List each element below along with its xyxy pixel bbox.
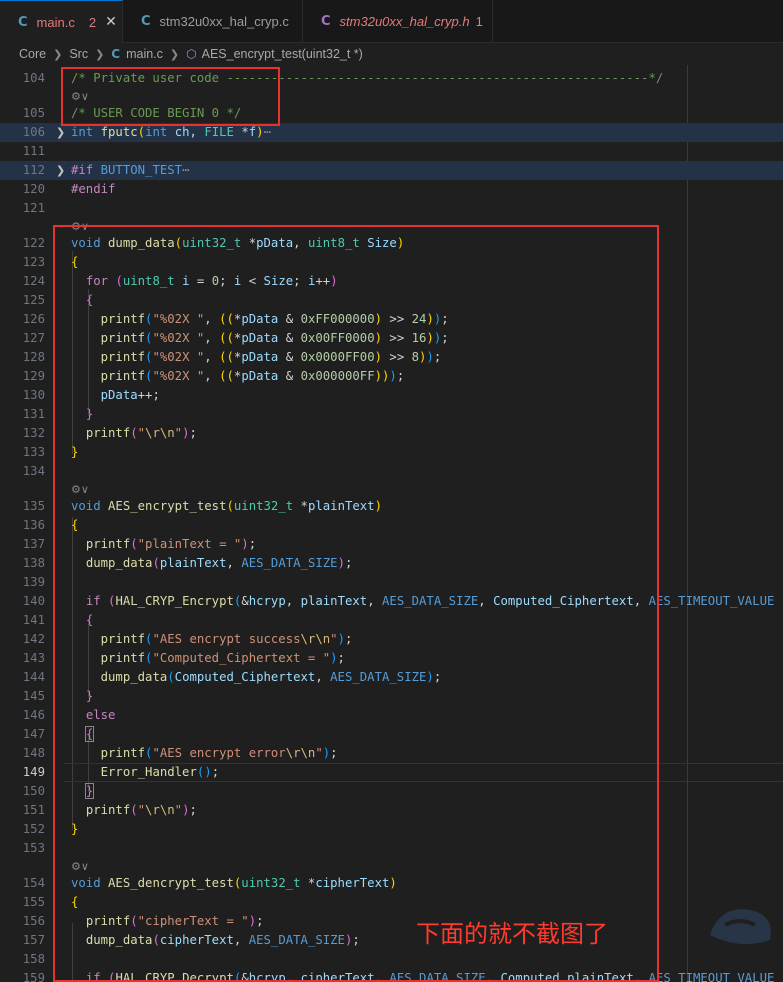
code-line: 104/* Private user code ----------------… [22, 71, 664, 85]
c-file-icon: C [111, 47, 121, 61]
code-line: 122 void dump_data(uint32_t *pData, uint8… [22, 236, 405, 250]
code-line: 143 printf("Computed_Ciphertext = "); [22, 651, 345, 665]
code-line: 126 printf("%02X ", ((*pData & 0xFF00000… [22, 312, 449, 326]
tab-label: stm32u0xx_hal_cryp.c [159, 14, 289, 29]
chevron-right-icon: ❯ [95, 47, 105, 61]
breadcrumb-item[interactable]: Src [69, 47, 88, 61]
function-symbol-icon: ⬡ [186, 47, 197, 61]
breadcrumb-item[interactable]: AES_encrypt_test(uint32_t *) [202, 47, 363, 61]
chevron-right-icon: ❯ [53, 47, 63, 61]
code-editor[interactable]: 104/* Private user code ----------------… [0, 65, 783, 982]
tab-main-c[interactable]: C main.c 2 ✕ [0, 0, 123, 43]
current-line-number: 149 [22, 765, 45, 779]
code-line: 147 { [22, 726, 95, 742]
code-line: 132 printf("\r\n"); [22, 426, 197, 440]
code-line: 120 #endif [22, 182, 116, 196]
code-line: 129 printf("%02X ", ((*pData & 0x000000F… [22, 369, 405, 383]
annotation-note: 下面的就不截图了 [416, 920, 608, 948]
code-line: 106 ❯ int fputc(int ch, FILE *f)⋯ [0, 123, 783, 142]
code-line: 131 } [22, 407, 94, 421]
tab-label: stm32u0xx_hal_cryp.h [339, 14, 470, 29]
chevron-right-icon: ❯ [169, 47, 180, 61]
code-line: 159 if (HAL_CRYP_Decrypt(&hcryp, cipherT… [22, 971, 775, 982]
breadcrumb: Core ❯ Src ❯ C main.c ❯ ⬡ AES_encrypt_te… [0, 43, 783, 65]
c-file-icon: C [141, 14, 151, 29]
code-line: 141 { [22, 613, 94, 627]
code-line: 130 pData++; [22, 388, 160, 402]
h-file-icon: C [321, 14, 331, 29]
code-line: 155{ [22, 895, 79, 909]
problems-badge: 2 [88, 14, 97, 30]
close-icon[interactable]: ✕ [105, 14, 117, 30]
code-line: 133} [22, 445, 79, 459]
code-line: 134 [22, 464, 45, 478]
code-line: 105/* USER CODE BEGIN 0 */ [22, 106, 242, 120]
code-line: 123{ [22, 255, 79, 269]
problems-badge: 1 [475, 14, 483, 29]
code-line: 154 void AES_dencrypt_test(uint32_t *ciph… [22, 876, 397, 890]
breadcrumb-item[interactable]: main.c [126, 47, 163, 61]
code-line: 153 [22, 841, 45, 855]
code-line: 148 printf("AES encrypt error\r\n"); [22, 746, 338, 760]
tab-hal-cryp-h[interactable]: C stm32u0xx_hal_cryp.h 1 [303, 0, 493, 43]
code-line: 150 } [22, 783, 95, 799]
code-line: 146 else [22, 708, 116, 722]
code-line: 152} [22, 822, 79, 836]
tab-hal-cryp-c[interactable]: C stm32u0xx_hal_cryp.c [123, 0, 303, 43]
code-line: 149 Error_Handler(); [0, 763, 783, 782]
code-line: 139 [22, 575, 45, 589]
breadcrumb-item[interactable]: Core [19, 47, 46, 61]
code-line: 157 dump_data(cipherText, AES_DATA_SIZE)… [22, 933, 360, 947]
code-line: 158 [22, 952, 45, 966]
code-line: 137 printf("plainText = "); [22, 537, 257, 551]
code-line: 128 printf("%02X ", ((*pData & 0x0000FF0… [22, 350, 442, 364]
code-line: 136{ [22, 518, 79, 532]
code-line: 138 dump_data(plainText, AES_DATA_SIZE); [22, 556, 353, 570]
code-line: 127 printf("%02X ", ((*pData & 0x00FF000… [22, 331, 449, 345]
code-line: 144 dump_data(Computed_Ciphertext, AES_D… [22, 670, 442, 684]
code-line: 125 { [22, 293, 94, 307]
watermark-logo-icon [710, 909, 771, 944]
code-line: 112 ❯ #if BUTTON_TEST⋯ [0, 161, 783, 180]
code-line: 124 for (uint8_t i = 0; i < Size; i++) [22, 274, 338, 288]
code-line: 151 printf("\r\n"); [22, 803, 197, 817]
code-line: 135 void AES_encrypt_test(uint32_t *plain… [22, 499, 382, 513]
code-line: 121 [22, 201, 45, 215]
code-line: 156 printf("cipherText = "); [22, 914, 264, 928]
tab-bar: C main.c 2 ✕ C stm32u0xx_hal_cryp.c C st… [0, 0, 783, 43]
c-file-icon: C [18, 14, 28, 30]
code-line: 145 } [22, 689, 94, 703]
tab-label: main.c [36, 14, 75, 30]
code-line: 140 if (HAL_CRYP_Encrypt(&hcryp, plainTe… [22, 594, 775, 608]
code-line: 111 [22, 144, 45, 158]
code-line: 142 printf("AES encrypt success\r\n"); [22, 632, 353, 646]
